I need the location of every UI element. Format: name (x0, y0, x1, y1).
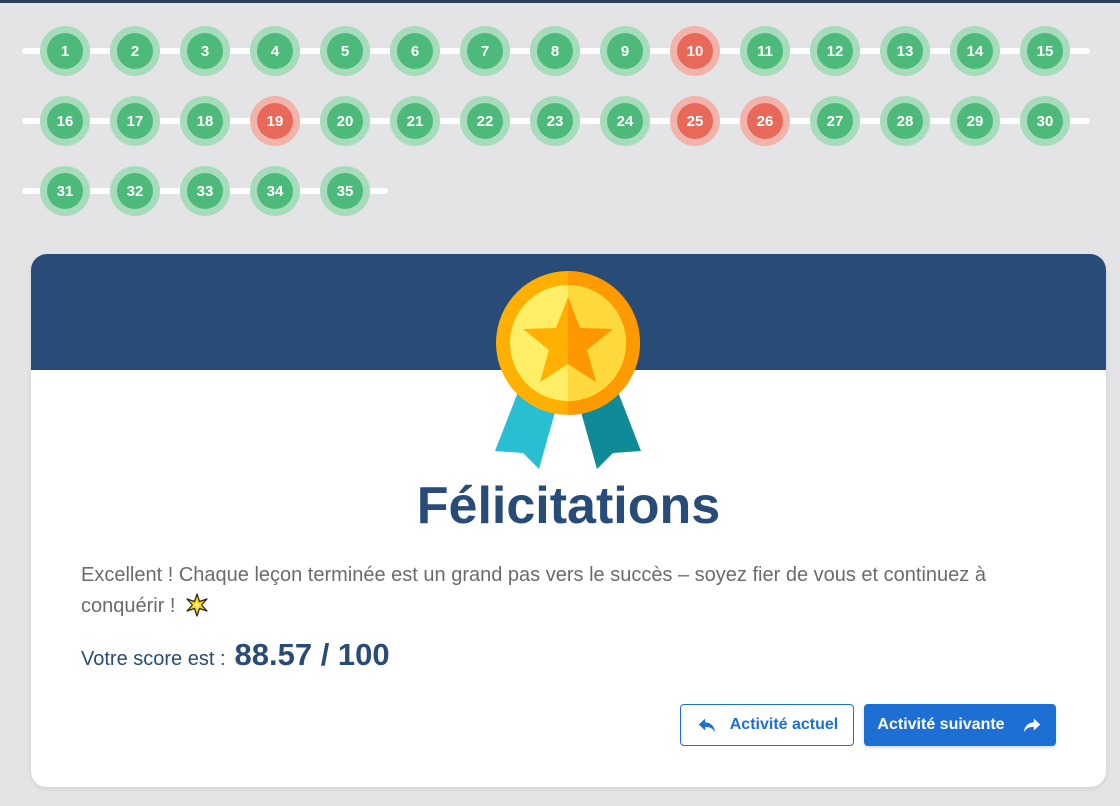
activity-step-number: 12 (817, 33, 853, 69)
message-text: Excellent ! Chaque leçon terminée est un… (81, 564, 986, 617)
activity-step-number: 7 (467, 33, 503, 69)
sparkle-icon (186, 593, 208, 617)
activity-step-34[interactable]: 34 (250, 166, 300, 216)
activity-step-11[interactable]: 11 (740, 26, 790, 76)
activity-step-number: 34 (257, 173, 293, 209)
score-label: Votre score est : (81, 648, 226, 670)
activity-step-4[interactable]: 4 (250, 26, 300, 76)
activity-step-number: 25 (677, 103, 713, 139)
progress-row: 16 17 18 19 20 21 22 23 24 25 26 27 28 29 30 (22, 96, 1092, 146)
activity-step-number: 6 (397, 33, 433, 69)
activity-step-12[interactable]: 12 (810, 26, 860, 76)
activity-step-number: 30 (1027, 103, 1063, 139)
activity-step-6[interactable]: 6 (390, 26, 440, 76)
activity-step-number: 26 (747, 103, 783, 139)
activity-step-number: 9 (607, 33, 643, 69)
current-activity-button[interactable]: Activité actuel (680, 704, 854, 746)
activity-step-number: 35 (327, 173, 363, 209)
activity-step-13[interactable]: 13 (880, 26, 930, 76)
activity-step-number: 15 (1027, 33, 1063, 69)
activity-step-29[interactable]: 29 (950, 96, 1000, 146)
activity-step-32[interactable]: 32 (110, 166, 160, 216)
activity-step-number: 22 (467, 103, 503, 139)
activity-step-31[interactable]: 31 (40, 166, 90, 216)
activity-step-30[interactable]: 30 (1020, 96, 1070, 146)
activity-step-15[interactable]: 15 (1020, 26, 1070, 76)
activity-step-number: 20 (327, 103, 363, 139)
top-border (0, 0, 1120, 3)
activity-step-number: 3 (187, 33, 223, 69)
next-activity-label: Activité suivante (877, 716, 1005, 733)
activity-step-number: 24 (607, 103, 643, 139)
activity-step-10[interactable]: 10 (670, 26, 720, 76)
activity-step-number: 18 (187, 103, 223, 139)
activity-step-number: 19 (257, 103, 293, 139)
activity-step-number: 14 (957, 33, 993, 69)
progress-row: 1 2 3 4 5 6 7 8 9 10 11 12 13 14 15 (22, 26, 1092, 76)
next-activity-button[interactable]: Activité suivante (864, 704, 1056, 746)
congratulations-message: Excellent ! Chaque leçon terminée est un… (81, 560, 1011, 622)
activity-step-19[interactable]: 19 (250, 96, 300, 146)
activity-step-24[interactable]: 24 (600, 96, 650, 146)
activity-step-number: 23 (537, 103, 573, 139)
activity-progress: 1 2 3 4 5 6 7 8 9 10 11 12 13 14 15 16 17 18 19 20 21 22 23 24 2… (22, 26, 1092, 236)
activity-step-number: 33 (187, 173, 223, 209)
forward-arrow-icon (1023, 718, 1040, 733)
activity-step-number: 10 (677, 33, 713, 69)
activity-step-number: 32 (117, 173, 153, 209)
activity-step-number: 21 (397, 103, 433, 139)
activity-step-number: 1 (47, 33, 83, 69)
activity-step-27[interactable]: 27 (810, 96, 860, 146)
activity-step-14[interactable]: 14 (950, 26, 1000, 76)
activity-step-8[interactable]: 8 (530, 26, 580, 76)
congratulations-title: Félicitations (416, 477, 721, 535)
activity-step-21[interactable]: 21 (390, 96, 440, 146)
activity-step-number: 16 (47, 103, 83, 139)
activity-step-16[interactable]: 16 (40, 96, 90, 146)
activity-step-number: 17 (117, 103, 153, 139)
activity-step-number: 31 (47, 173, 83, 209)
current-activity-label: Activité actuel (729, 716, 839, 733)
activity-step-number: 4 (257, 33, 293, 69)
activity-step-7[interactable]: 7 (460, 26, 510, 76)
activity-step-35[interactable]: 35 (320, 166, 370, 216)
activity-step-number: 28 (887, 103, 923, 139)
activity-step-9[interactable]: 9 (600, 26, 650, 76)
score-row: Votre score est : 88.57 / 100 (81, 637, 390, 673)
score-value: 88.57 / 100 (234, 637, 390, 672)
reply-arrow-icon (698, 718, 715, 733)
activity-step-number: 13 (887, 33, 923, 69)
activity-step-33[interactable]: 33 (180, 166, 230, 216)
activity-step-26[interactable]: 26 (740, 96, 790, 146)
activity-step-number: 27 (817, 103, 853, 139)
activity-step-28[interactable]: 28 (880, 96, 930, 146)
activity-step-22[interactable]: 22 (460, 96, 510, 146)
result-card: Félicitations Excellent ! Chaque leçon t… (31, 254, 1106, 787)
activity-step-20[interactable]: 20 (320, 96, 370, 146)
activity-step-3[interactable]: 3 (180, 26, 230, 76)
activity-step-number: 29 (957, 103, 993, 139)
progress-row: 31 32 33 34 35 (22, 166, 1092, 216)
activity-step-1[interactable]: 1 (40, 26, 90, 76)
medal-icon (495, 271, 641, 469)
activity-step-number: 8 (537, 33, 573, 69)
activity-step-number: 2 (117, 33, 153, 69)
activity-step-5[interactable]: 5 (320, 26, 370, 76)
activity-step-17[interactable]: 17 (110, 96, 160, 146)
activity-step-18[interactable]: 18 (180, 96, 230, 146)
activity-step-number: 11 (747, 33, 783, 69)
activity-step-number: 5 (327, 33, 363, 69)
activity-step-25[interactable]: 25 (670, 96, 720, 146)
activity-step-23[interactable]: 23 (530, 96, 580, 146)
activity-step-2[interactable]: 2 (110, 26, 160, 76)
